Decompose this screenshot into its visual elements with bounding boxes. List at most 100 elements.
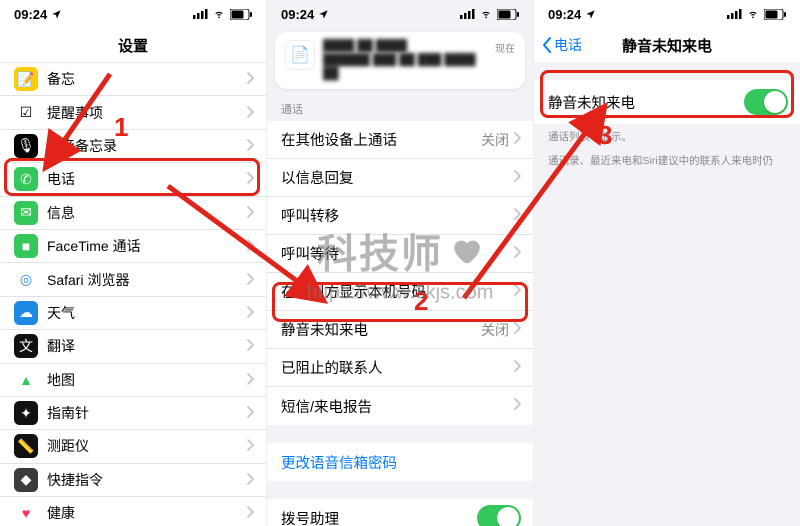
- notification-body: ██████ ███ ██ ███ ████ ██: [323, 54, 487, 82]
- measure-icon: 📏: [14, 434, 38, 458]
- row-label: 更改语音信箱密码: [281, 452, 521, 473]
- row-label: 在被叫方显示本机号码: [281, 281, 513, 302]
- settings-row-list[interactable]: ☑︎ 提醒事项: [0, 96, 266, 129]
- phone-row-4[interactable]: 在被叫方显示本机号码: [267, 273, 533, 311]
- settings-row-shortcut[interactable]: ◆ 快捷指令: [0, 464, 266, 497]
- chevron-right-icon: [513, 132, 521, 148]
- row-label: 测距仪: [47, 436, 246, 456]
- wifi-icon: [479, 9, 493, 19]
- row-label: 健康: [47, 503, 246, 523]
- settings-row-mic[interactable]: 🎙 语音备忘录: [0, 130, 266, 163]
- battery-icon: [230, 9, 252, 20]
- facetime-icon: ■: [14, 234, 38, 258]
- dial-assist-group: 拨号助理: [267, 499, 533, 526]
- list-icon: ☑︎: [14, 101, 38, 125]
- phone-row-1[interactable]: 以信息回复: [267, 159, 533, 197]
- wifi-icon: [746, 9, 760, 19]
- row-label: 地图: [47, 370, 246, 390]
- row-label: 指南针: [47, 403, 246, 423]
- row-value: 关闭: [481, 320, 509, 340]
- status-right-icons: [193, 9, 252, 20]
- chevron-left-icon: [542, 37, 552, 53]
- settings-row-facetime[interactable]: ■ FaceTime 通话: [0, 230, 266, 263]
- location-arrow-icon: [318, 9, 329, 20]
- back-button[interactable]: 电话: [542, 28, 582, 62]
- settings-row-weather[interactable]: ☁︎天气: [0, 297, 266, 330]
- row-label: Safari 浏览器: [47, 270, 246, 290]
- chevron-right-icon: [513, 246, 521, 262]
- silence-unknown-toggle[interactable]: [744, 89, 788, 115]
- chevron-right-icon: [246, 505, 254, 521]
- location-arrow-icon: [585, 9, 596, 20]
- row-label: 快捷指令: [47, 470, 246, 490]
- phone-row-5[interactable]: 静音未知来电关闭: [267, 311, 533, 349]
- note-icon: 📝: [14, 67, 38, 91]
- settings-row-measure[interactable]: 📏 测距仪: [0, 430, 266, 463]
- message-icon: ✉︎: [14, 201, 38, 225]
- notification-title: ████ ██ ████: [323, 40, 487, 54]
- status-right-icons: [460, 9, 519, 20]
- change-voicemail-password[interactable]: 更改语音信箱密码: [267, 443, 533, 481]
- chevron-right-icon: [246, 338, 254, 354]
- settings-row-health[interactable]: ♥ 健康: [0, 497, 266, 526]
- chevron-right-icon: [513, 360, 521, 376]
- chevron-right-icon: [513, 322, 521, 338]
- notification-app-icon: 📄: [285, 40, 315, 70]
- battery-icon: [764, 9, 786, 20]
- phone-row-6[interactable]: 已阻止的联系人: [267, 349, 533, 387]
- row-label: 呼叫等待: [281, 243, 513, 264]
- silence-note-1: 通话列表中显示。: [534, 124, 800, 154]
- settings-row-phone[interactable]: ✆电话: [0, 163, 266, 196]
- health-icon: ♥: [14, 501, 38, 525]
- row-label: 拨号助理: [281, 508, 477, 526]
- weather-icon: ☁︎: [14, 301, 38, 325]
- row-label: 信息: [47, 203, 246, 223]
- row-label: 静音未知来电: [281, 319, 481, 340]
- nav-bar: 电话 静音未知来电: [534, 28, 800, 62]
- translate-icon: 文: [14, 334, 38, 358]
- row-label: 静音未知来电: [548, 92, 744, 113]
- status-time: 09:24: [281, 7, 314, 22]
- settings-row-map[interactable]: ▲ 地图: [0, 364, 266, 397]
- location-arrow-icon: [51, 9, 62, 20]
- dial-assist-toggle[interactable]: [477, 505, 521, 526]
- nav-bar: 设置: [0, 28, 266, 62]
- settings-row-message[interactable]: ✉︎ 信息: [0, 197, 266, 230]
- settings-row-translate[interactable]: 文翻译: [0, 330, 266, 363]
- screen-settings: 09:24 设置 📝备忘 ☑︎ 提醒事项 🎙 语音备忘录 ✆电话 ✉︎ 信息 ■ FaceTime…: [0, 0, 267, 526]
- chevron-right-icon: [246, 272, 254, 288]
- silence-unknown-row[interactable]: 静音未知来电: [534, 80, 800, 124]
- phone-row-3[interactable]: 呼叫等待: [267, 235, 533, 273]
- row-label: 呼叫转移: [281, 205, 513, 226]
- settings-row-note[interactable]: 📝备忘: [0, 63, 266, 96]
- screen-phone-settings: 09:24 📄 ████ ██ ████ ██████ ███ ██ ███ █…: [267, 0, 534, 526]
- status-time: 09:24: [14, 7, 47, 22]
- mic-icon: 🎙: [14, 134, 38, 158]
- dial-assist-row[interactable]: 拨号助理: [267, 499, 533, 526]
- back-label: 电话: [554, 35, 582, 55]
- row-label: 电话: [47, 169, 246, 189]
- chevron-right-icon: [246, 472, 254, 488]
- row-label: 已阻止的联系人: [281, 357, 513, 378]
- map-icon: ▲: [14, 368, 38, 392]
- status-right-icons: [727, 9, 786, 20]
- row-label: 语音备忘录: [47, 136, 246, 156]
- status-time: 09:24: [548, 7, 581, 22]
- shortcut-icon: ◆: [14, 468, 38, 492]
- wifi-icon: [212, 9, 226, 19]
- notification-card[interactable]: 📄 ████ ██ ████ ██████ ███ ██ ███ ████ ██…: [275, 32, 525, 89]
- notification-time: 现在: [495, 40, 515, 55]
- page-title: 设置: [118, 35, 148, 56]
- chevron-right-icon: [513, 398, 521, 414]
- row-label: FaceTime 通话: [47, 236, 246, 256]
- row-label: 提醒事项: [47, 103, 246, 123]
- status-bar: 09:24: [267, 0, 533, 28]
- settings-row-compass[interactable]: ✦ 指南针: [0, 397, 266, 430]
- phone-row-7[interactable]: 短信/来电报告: [267, 387, 533, 425]
- chevron-right-icon: [246, 205, 254, 221]
- phone-row-0[interactable]: 在其他设备上通话关闭: [267, 121, 533, 159]
- page-title: 静音未知来电: [622, 35, 712, 56]
- phone-row-2[interactable]: 呼叫转移: [267, 197, 533, 235]
- compass-icon: ✦: [14, 401, 38, 425]
- settings-row-safari[interactable]: ◎Safari 浏览器: [0, 263, 266, 296]
